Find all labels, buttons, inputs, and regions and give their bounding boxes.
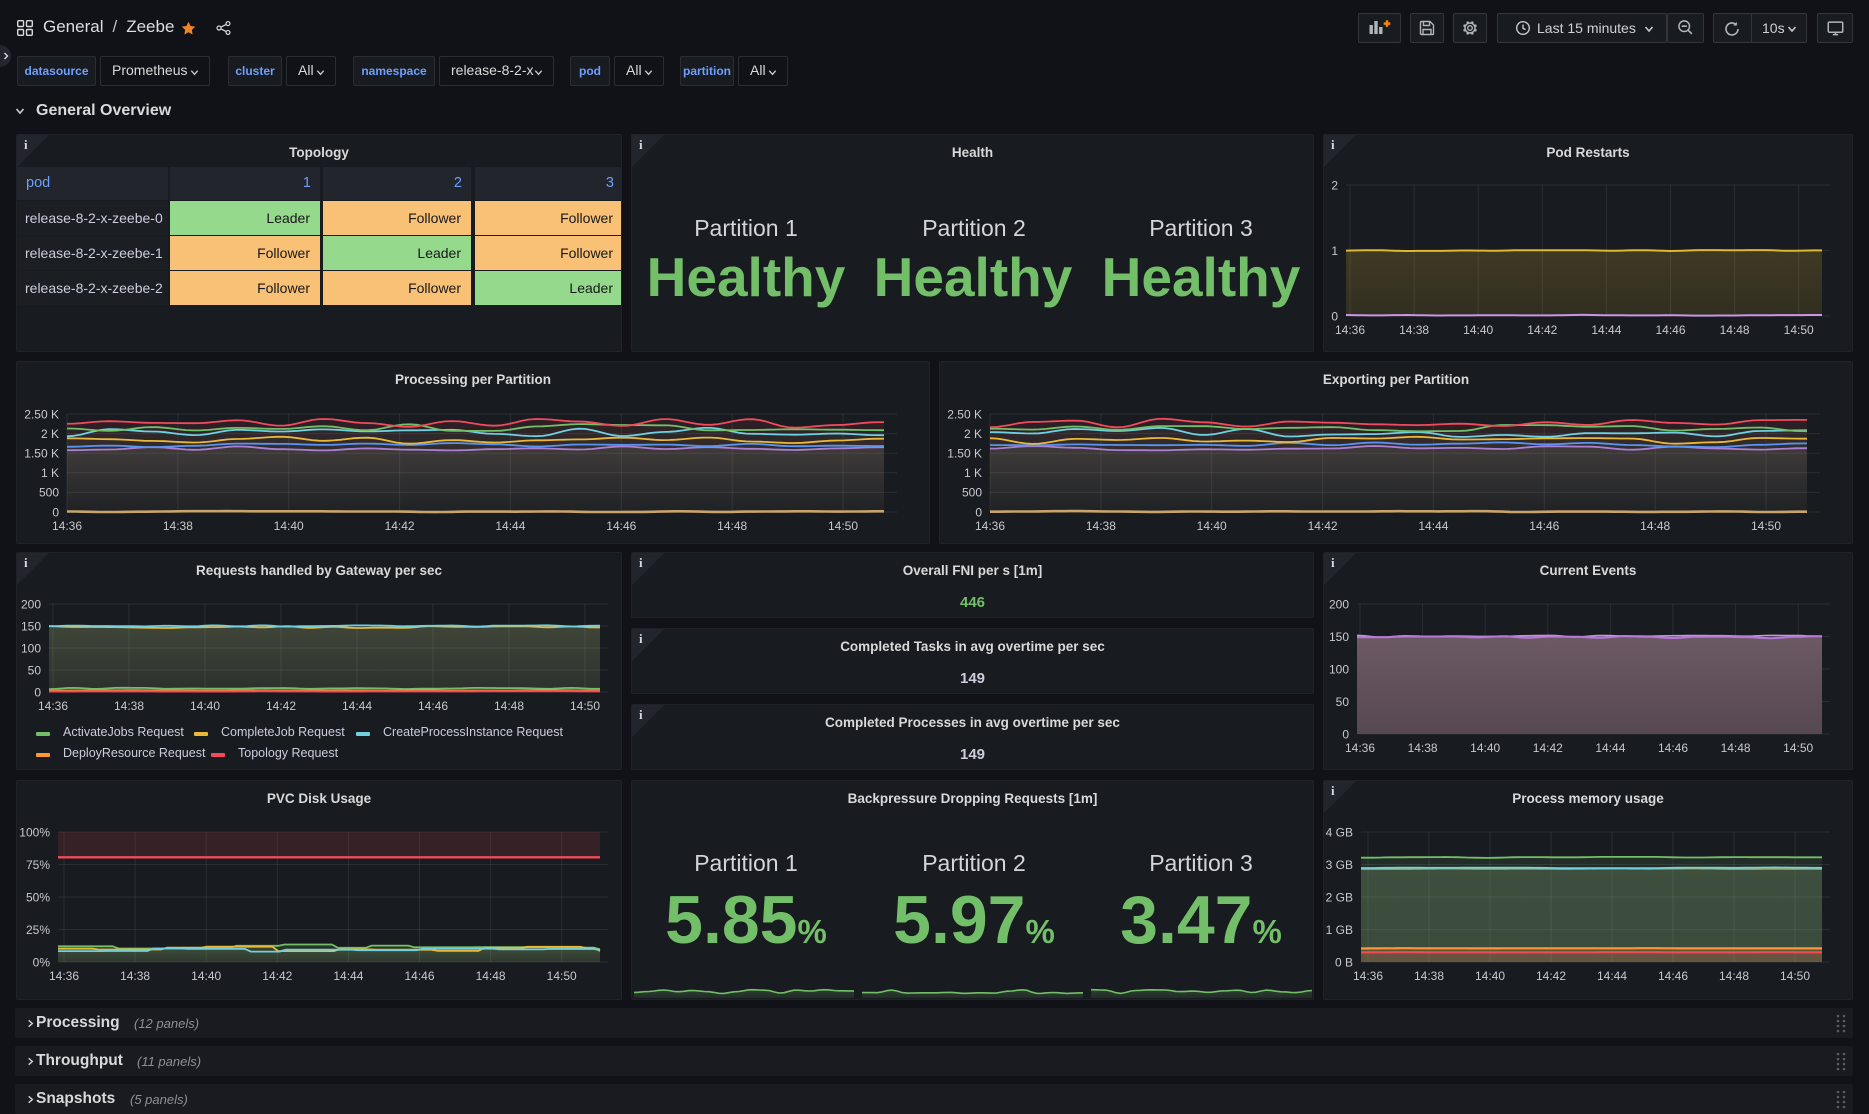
svg-text:14:46: 14:46 [606, 519, 636, 533]
svg-text:14:50: 14:50 [1783, 741, 1813, 755]
svg-text:1 GB: 1 GB [1326, 923, 1353, 937]
svg-text:14:40: 14:40 [1475, 969, 1505, 983]
svg-text:14:44: 14:44 [1595, 741, 1625, 755]
svg-text:2: 2 [1331, 178, 1338, 192]
svg-text:2 K: 2 K [964, 427, 982, 441]
svg-text:14:50: 14:50 [1780, 969, 1810, 983]
svg-text:2 K: 2 K [41, 427, 59, 441]
svg-text:14:50: 14:50 [570, 699, 600, 713]
svg-text:14:40: 14:40 [1197, 519, 1227, 533]
svg-text:14:50: 14:50 [547, 969, 577, 983]
svg-text:14:48: 14:48 [1640, 519, 1670, 533]
svg-text:50%: 50% [26, 890, 50, 904]
svg-text:14:44: 14:44 [1418, 519, 1448, 533]
svg-text:14:48: 14:48 [717, 519, 747, 533]
svg-text:14:48: 14:48 [1720, 323, 1750, 337]
svg-text:0: 0 [975, 505, 982, 519]
svg-text:14:36: 14:36 [1345, 741, 1375, 755]
svg-text:75%: 75% [26, 858, 50, 872]
svg-text:14:38: 14:38 [114, 699, 144, 713]
svg-text:14:42: 14:42 [1308, 519, 1338, 533]
svg-text:150: 150 [21, 619, 41, 633]
svg-text:14:40: 14:40 [191, 969, 221, 983]
svg-text:14:38: 14:38 [1086, 519, 1116, 533]
svg-text:14:42: 14:42 [1533, 741, 1563, 755]
svg-text:14:40: 14:40 [1463, 323, 1493, 337]
svg-text:2.50 K: 2.50 K [947, 407, 982, 421]
svg-text:1 K: 1 K [964, 466, 982, 480]
svg-text:100: 100 [21, 641, 41, 655]
svg-text:50: 50 [1336, 695, 1350, 709]
svg-text:14:46: 14:46 [404, 969, 434, 983]
svg-text:14:36: 14:36 [1335, 323, 1365, 337]
svg-text:14:36: 14:36 [49, 969, 79, 983]
svg-text:14:46: 14:46 [1658, 741, 1688, 755]
svg-text:14:38: 14:38 [120, 969, 150, 983]
svg-text:14:42: 14:42 [266, 699, 296, 713]
svg-text:14:44: 14:44 [495, 519, 525, 533]
svg-text:1 K: 1 K [41, 466, 59, 480]
svg-text:14:48: 14:48 [494, 699, 524, 713]
svg-text:1.50 K: 1.50 K [24, 447, 59, 461]
svg-text:14:46: 14:46 [1529, 519, 1559, 533]
svg-text:14:36: 14:36 [52, 519, 82, 533]
svg-text:100: 100 [1329, 662, 1349, 676]
svg-text:0 B: 0 B [1335, 955, 1353, 969]
svg-text:14:38: 14:38 [1399, 323, 1429, 337]
svg-text:0: 0 [1342, 727, 1349, 741]
svg-text:2.50 K: 2.50 K [24, 407, 59, 421]
svg-text:14:44: 14:44 [333, 969, 363, 983]
svg-text:3 GB: 3 GB [1326, 858, 1353, 872]
svg-text:14:50: 14:50 [828, 519, 858, 533]
svg-text:0: 0 [1331, 309, 1338, 323]
svg-text:0: 0 [52, 505, 59, 519]
svg-text:14:44: 14:44 [1591, 323, 1621, 337]
svg-text:1: 1 [1331, 244, 1338, 258]
svg-text:14:42: 14:42 [1527, 323, 1557, 337]
svg-text:14:42: 14:42 [385, 519, 415, 533]
svg-text:14:44: 14:44 [1597, 969, 1627, 983]
svg-text:50: 50 [28, 663, 42, 677]
svg-text:14:44: 14:44 [342, 699, 372, 713]
svg-text:14:48: 14:48 [1721, 741, 1751, 755]
svg-text:14:50: 14:50 [1751, 519, 1781, 533]
svg-text:500: 500 [39, 486, 59, 500]
svg-text:14:36: 14:36 [975, 519, 1005, 533]
svg-text:1.50 K: 1.50 K [947, 447, 982, 461]
svg-text:200: 200 [1329, 597, 1349, 611]
svg-text:14:42: 14:42 [1536, 969, 1566, 983]
svg-text:14:40: 14:40 [274, 519, 304, 533]
svg-text:150: 150 [1329, 630, 1349, 644]
svg-text:0: 0 [34, 685, 41, 699]
svg-text:14:48: 14:48 [476, 969, 506, 983]
svg-text:100%: 100% [19, 825, 50, 839]
svg-text:14:46: 14:46 [1655, 323, 1685, 337]
svg-text:200: 200 [21, 597, 41, 611]
svg-text:14:48: 14:48 [1719, 969, 1749, 983]
svg-text:0%: 0% [33, 955, 51, 969]
svg-text:14:46: 14:46 [1658, 969, 1688, 983]
svg-text:14:46: 14:46 [418, 699, 448, 713]
svg-text:14:50: 14:50 [1784, 323, 1814, 337]
svg-text:14:42: 14:42 [262, 969, 292, 983]
svg-text:4 GB: 4 GB [1326, 825, 1353, 839]
svg-text:14:36: 14:36 [38, 699, 68, 713]
svg-text:14:40: 14:40 [1470, 741, 1500, 755]
svg-text:14:38: 14:38 [1408, 741, 1438, 755]
svg-text:14:38: 14:38 [1414, 969, 1444, 983]
svg-text:14:36: 14:36 [1353, 969, 1383, 983]
svg-text:25%: 25% [26, 923, 50, 937]
svg-text:2 GB: 2 GB [1326, 890, 1353, 904]
svg-text:14:38: 14:38 [163, 519, 193, 533]
svg-text:500: 500 [962, 486, 982, 500]
svg-text:14:40: 14:40 [190, 699, 220, 713]
